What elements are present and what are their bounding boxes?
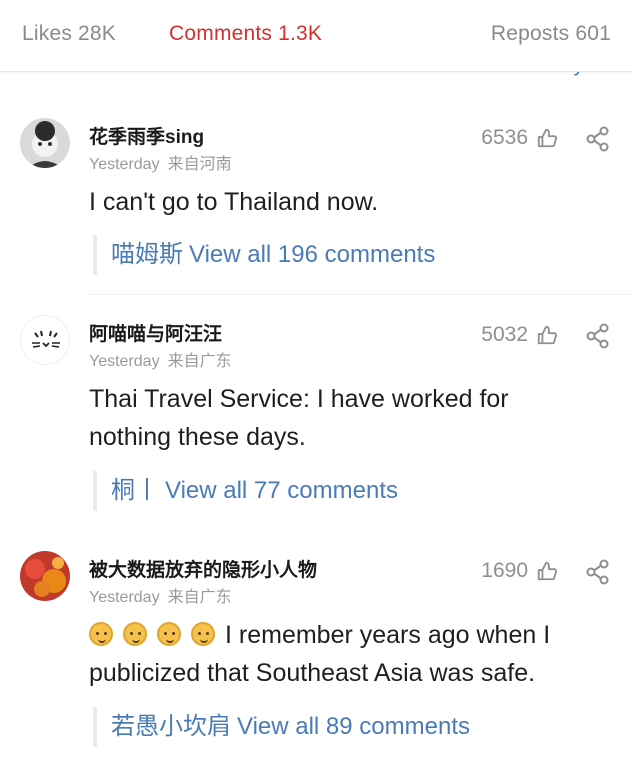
comment-time: Yesterday [89,156,160,173]
share-icon[interactable] [585,126,611,152]
avatar[interactable] [20,551,70,601]
doge-emoji-icon [157,622,181,646]
comment-meta: Yesterday 来自广东 [89,347,232,371]
avatar-photo-icon [20,551,70,601]
view-all-link: View all 196 comments [189,241,436,268]
reply-preview[interactable]: 若愚小坎肩 View all 89 comments [93,707,470,747]
like-button[interactable]: 6536 [481,126,558,150]
thumbs-up-icon [537,128,558,148]
tab-reposts-count: 601 [575,22,611,45]
cat-face-icon [21,316,69,364]
reply-preview[interactable]: 喵姆斯 View all 196 comments [93,235,435,275]
comment-location: 来自广东 [167,353,232,370]
view-all-link: View all 89 comments [237,713,470,740]
reply-user: 若愚小坎肩 [111,713,231,740]
comment-text: I remember years ago when I publicized t… [89,616,593,692]
username[interactable]: 被大数据放弃的隐形小人物 [89,555,317,582]
avatar-photo-icon [20,118,70,168]
share-icon[interactable] [585,323,611,349]
like-count: 5032 [481,323,528,346]
comment-time: Yesterday [89,353,160,370]
tab-comments-count: 1.3K [278,22,323,45]
comment-text: Thai Travel Service: I have worked for n… [89,385,509,451]
view-all-link: View all 77 comments [165,477,398,504]
tab-comments-label: Comments [169,22,273,45]
comment-time: Yesterday [89,589,160,606]
reply-preview[interactable]: 桐丨 View all 77 comments [93,471,398,511]
divider [89,294,633,295]
doge-emoji-icon [191,622,215,646]
username[interactable]: 阿喵喵与阿汪汪 [89,319,222,346]
like-button[interactable]: 5032 [481,323,558,347]
thumbs-up-icon [537,325,558,345]
share-icon[interactable] [585,559,611,585]
comment-meta: Yesterday 来自广东 [89,583,232,607]
like-count: 6536 [481,126,528,149]
tab-reposts[interactable]: Reposts 601 [491,22,611,46]
like-count: 1690 [481,559,528,582]
comment-meta: Yesterday 来自河南 [89,150,232,174]
reply-user: 桐丨 [111,477,159,504]
comment-text: I can't go to Thailand now. [89,188,379,216]
doge-emoji-icon [89,622,113,646]
tab-likes-count: 28K [78,22,116,45]
reply-user: 喵姆斯 [111,241,183,268]
comment-location: 来自河南 [167,156,232,173]
tab-likes-label: Likes [22,22,73,45]
thumbs-up-icon [537,561,558,581]
username[interactable]: 花季雨季sing [89,122,204,149]
tab-bar: Likes 28K Comments 1.3K Reposts 601 [0,0,633,72]
tab-comments[interactable]: Comments 1.3K [169,22,322,46]
avatar[interactable] [20,118,70,168]
tab-reposts-label: Reposts [490,22,570,45]
doge-emoji-icon [123,622,147,646]
avatar[interactable] [20,315,70,365]
like-button[interactable]: 1690 [481,559,558,583]
comment-location: 来自广东 [167,589,232,606]
tab-likes[interactable]: Likes 28K [22,22,116,46]
